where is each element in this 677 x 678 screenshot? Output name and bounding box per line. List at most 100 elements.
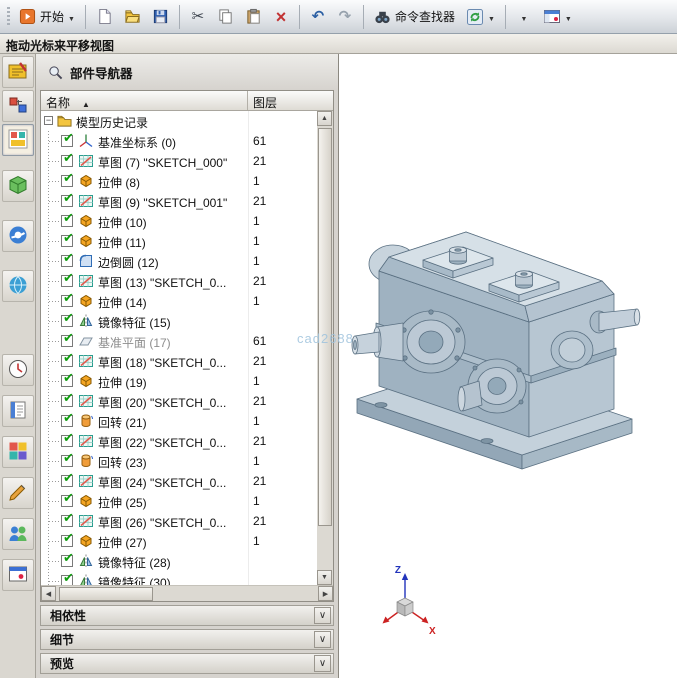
- tree-item[interactable]: ✔草图 (7) "SKETCH_000"21: [41, 151, 317, 171]
- visibility-checkbox[interactable]: ✔: [61, 395, 73, 407]
- save-button[interactable]: [147, 4, 174, 30]
- system-materials-button[interactable]: [2, 395, 34, 427]
- part-navigator-button[interactable]: [2, 124, 34, 156]
- tree-item[interactable]: ✔草图 (20) "SKETCH_0...21: [41, 391, 317, 411]
- start-menu-button[interactable]: 开始: [14, 4, 80, 30]
- process-studio-button[interactable]: [2, 436, 34, 468]
- horizontal-scrollbar[interactable]: ◀ ▶: [41, 585, 333, 601]
- command-finder-button[interactable]: 命令查找器: [369, 4, 460, 30]
- internet-explorer-icon: [7, 224, 29, 249]
- tree-item[interactable]: ✔拉伸 (11)1: [41, 231, 317, 251]
- tree-item[interactable]: ✔草图 (18) "SKETCH_0...21: [41, 351, 317, 371]
- system-scenes-button[interactable]: [2, 559, 34, 591]
- tree-item[interactable]: ✔草图 (26) "SKETCH_0...21: [41, 511, 317, 531]
- history-icon: [7, 358, 29, 383]
- visibility-checkbox[interactable]: ✔: [61, 175, 73, 187]
- tree-item-root[interactable]: −模型历史记录: [41, 111, 317, 131]
- tree-item[interactable]: ✔拉伸 (14)1: [41, 291, 317, 311]
- copy-button[interactable]: [212, 4, 239, 30]
- expander-minus[interactable]: −: [44, 116, 53, 125]
- roles-button[interactable]: [2, 518, 34, 550]
- tree-item[interactable]: ✔回转 (21)1: [41, 411, 317, 431]
- section-dependencies-bar[interactable]: 相依性 ∨: [40, 605, 334, 626]
- visibility-checkbox[interactable]: ✔: [61, 315, 73, 327]
- visibility-checkbox[interactable]: ✔: [61, 355, 73, 367]
- visibility-checkbox[interactable]: ✔: [61, 415, 73, 427]
- tree-item[interactable]: ✔边倒圆 (12)1: [41, 251, 317, 271]
- assembly-navigator-button[interactable]: [2, 56, 34, 88]
- chevron-down-icon[interactable]: ∨: [314, 655, 331, 672]
- open-file-button[interactable]: [119, 4, 146, 30]
- constraint-navigator-button[interactable]: [2, 90, 34, 122]
- section-details-bar[interactable]: 细节 ∨: [40, 629, 334, 650]
- toolbar-options-button[interactable]: [511, 4, 537, 30]
- cut-button[interactable]: [185, 4, 211, 30]
- visibility-checkbox[interactable]: ✔: [61, 455, 73, 467]
- section-preview-bar[interactable]: 预览 ∨: [40, 653, 334, 674]
- tree-item[interactable]: ✔草图 (9) "SKETCH_001"21: [41, 191, 317, 211]
- tree-item[interactable]: ✔拉伸 (19)1: [41, 371, 317, 391]
- visibility-checkbox[interactable]: ✔: [61, 535, 73, 547]
- reuse-library-button[interactable]: [2, 170, 34, 202]
- tree-item[interactable]: ✔基准坐标系 (0)61: [41, 131, 317, 151]
- visibility-checkbox[interactable]: ✔: [61, 575, 73, 585]
- visibility-checkbox[interactable]: ✔: [61, 555, 73, 567]
- tree-item[interactable]: ✔拉伸 (10)1: [41, 211, 317, 231]
- visibility-checkbox[interactable]: ✔: [61, 435, 73, 447]
- chevron-down-icon[interactable]: ∨: [314, 607, 331, 624]
- delete-button[interactable]: [268, 4, 294, 30]
- visibility-checkbox[interactable]: ✔: [61, 155, 73, 167]
- toolbar-grip[interactable]: [7, 7, 10, 27]
- web-browser-button[interactable]: [2, 270, 34, 302]
- column-header-name[interactable]: 名称▲: [41, 91, 248, 110]
- check-icon: ✔: [63, 471, 74, 484]
- new-file-button[interactable]: [91, 4, 118, 30]
- tree-item[interactable]: ✔镜像特征 (30): [41, 571, 317, 585]
- tree-item[interactable]: ✔草图 (24) "SKETCH_0...21: [41, 471, 317, 491]
- column-headers: 名称▲ 图层: [41, 91, 333, 111]
- scroll-left-button[interactable]: ◀: [41, 586, 56, 601]
- visibility-checkbox[interactable]: ✔: [61, 275, 73, 287]
- navigator-body: 名称▲ 图层 −模型历史记录✔基准坐标系 (0)61✔草图 (7) "SKETC…: [40, 90, 334, 602]
- visibility-checkbox[interactable]: ✔: [61, 215, 73, 227]
- horizontal-scroll-thumb[interactable]: [59, 587, 153, 601]
- paste-button[interactable]: [240, 4, 267, 30]
- feature-label: 草图 (22) "SKETCH_0...: [98, 434, 226, 451]
- tree-item[interactable]: ✔镜像特征 (28): [41, 551, 317, 571]
- visualization-brush-button[interactable]: [2, 477, 34, 509]
- tree-item[interactable]: ✔回转 (23)1: [41, 451, 317, 471]
- column-header-layer[interactable]: 图层: [248, 91, 333, 110]
- visibility-checkbox[interactable]: ✔: [61, 375, 73, 387]
- visibility-checkbox[interactable]: ✔: [61, 235, 73, 247]
- tree-item[interactable]: ✔镜像特征 (15): [41, 311, 317, 331]
- window-style-button[interactable]: [538, 4, 577, 30]
- visibility-checkbox[interactable]: ✔: [61, 195, 73, 207]
- scroll-up-button[interactable]: ▲: [317, 111, 332, 126]
- scroll-right-button[interactable]: ▶: [318, 586, 333, 601]
- tree-item[interactable]: ✔拉伸 (27)1: [41, 531, 317, 551]
- feature-label: 草图 (9) "SKETCH_001": [98, 194, 227, 211]
- undo-button[interactable]: [305, 4, 331, 30]
- visibility-checkbox[interactable]: ✔: [61, 295, 73, 307]
- vertical-scrollbar[interactable]: ▲ ▼: [317, 111, 333, 585]
- visibility-checkbox[interactable]: ✔: [61, 335, 73, 347]
- tree-item[interactable]: ✔拉伸 (8)1: [41, 171, 317, 191]
- visibility-checkbox[interactable]: ✔: [61, 255, 73, 267]
- history-button[interactable]: [2, 354, 34, 386]
- refresh-button[interactable]: [461, 4, 500, 30]
- visibility-checkbox[interactable]: ✔: [61, 495, 73, 507]
- visibility-checkbox[interactable]: ✔: [61, 135, 73, 147]
- redo-button[interactable]: [332, 4, 358, 30]
- visibility-checkbox[interactable]: ✔: [61, 515, 73, 527]
- vertical-scroll-thumb[interactable]: [318, 128, 332, 526]
- tree-item[interactable]: ✔草图 (13) "SKETCH_0...21: [41, 271, 317, 291]
- viewport-3d[interactable]: Z X: [339, 54, 677, 678]
- tree-item[interactable]: ✔拉伸 (25)1: [41, 491, 317, 511]
- scroll-down-button[interactable]: ▼: [317, 570, 332, 585]
- chevron-down-icon[interactable]: ∨: [314, 631, 331, 648]
- visibility-checkbox[interactable]: ✔: [61, 475, 73, 487]
- check-icon: ✔: [63, 391, 74, 404]
- tree-item[interactable]: ✔草图 (22) "SKETCH_0...21: [41, 431, 317, 451]
- tree-item[interactable]: ✔基准平面 (17)61: [41, 331, 317, 351]
- internet-explorer-button[interactable]: [2, 220, 34, 252]
